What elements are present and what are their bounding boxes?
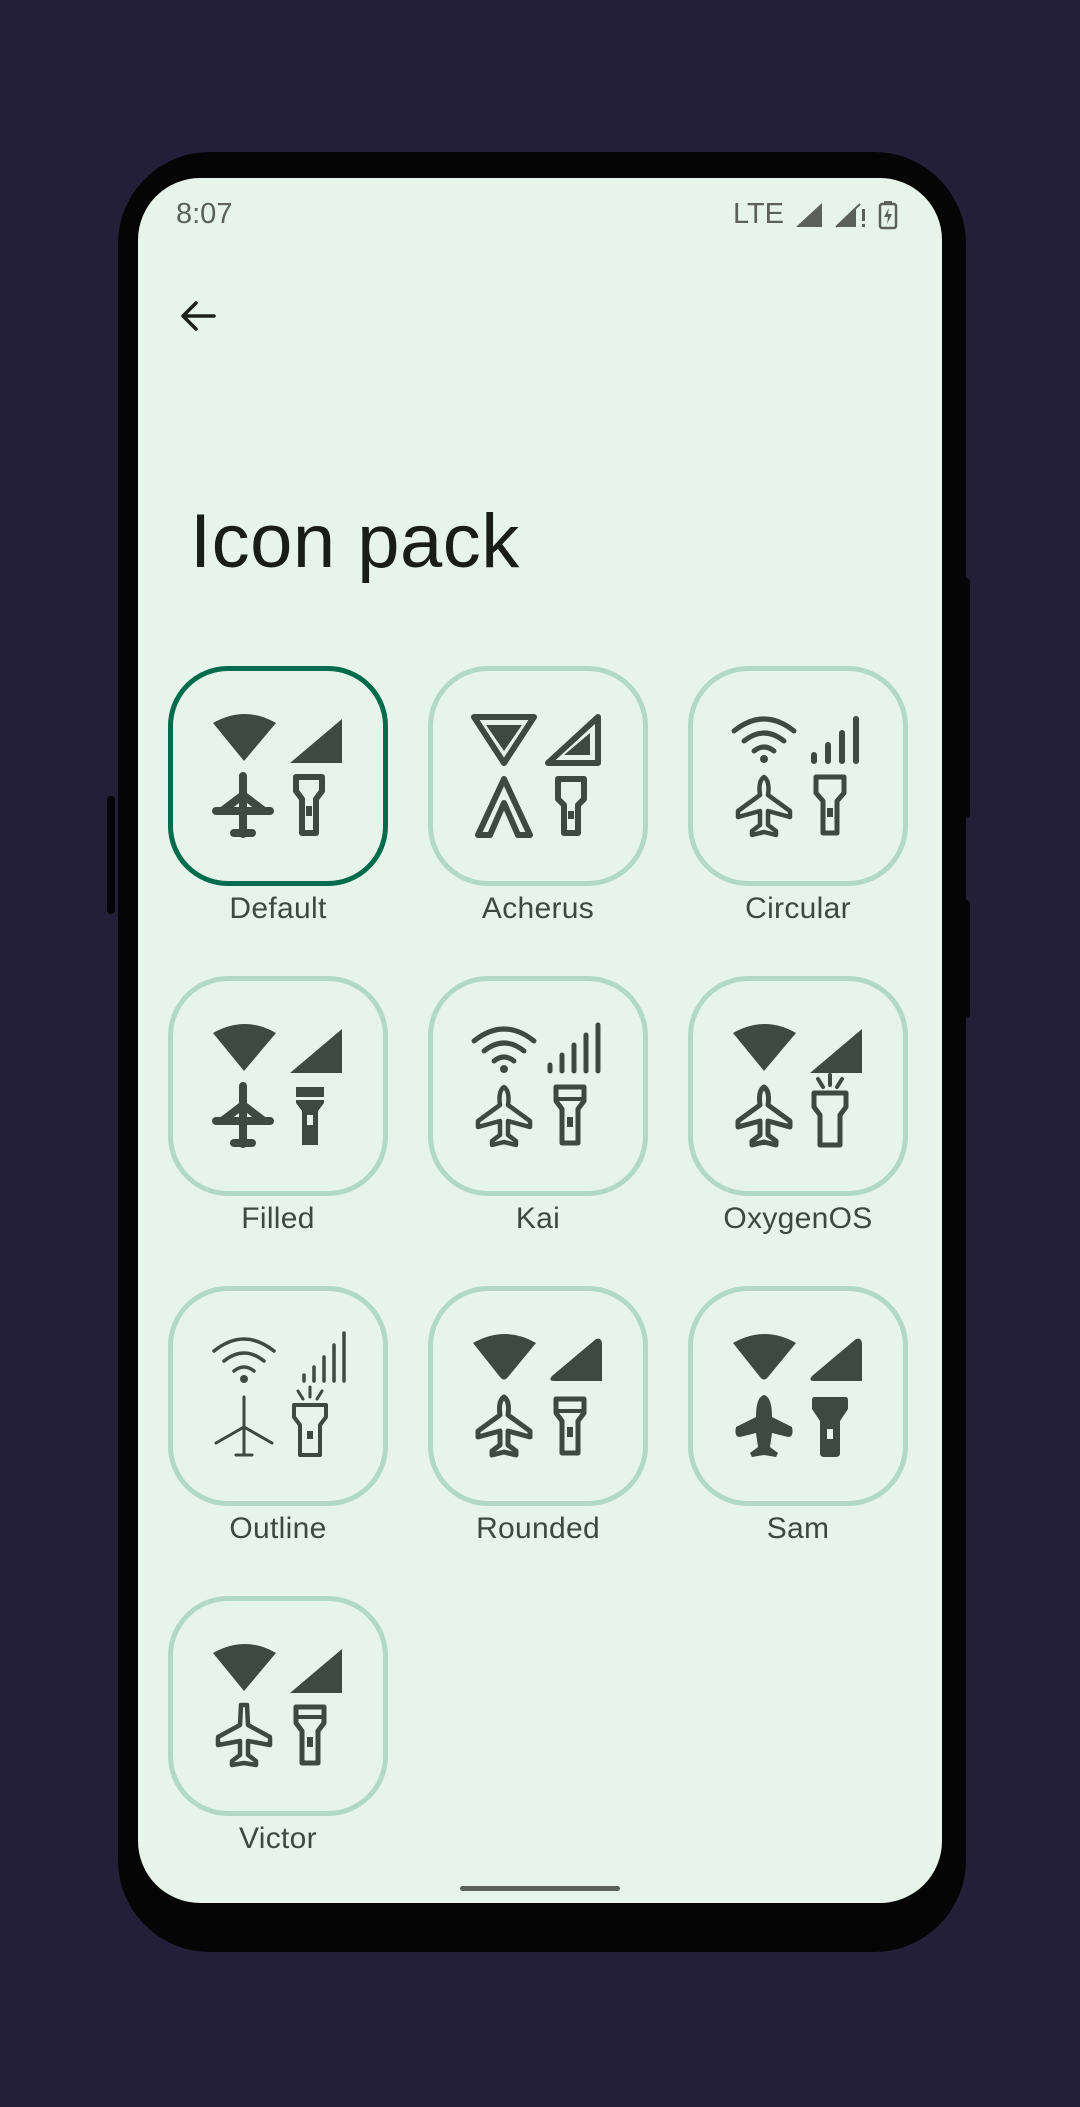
circular-pack-icons: [731, 716, 859, 838]
sam-pack-icons: [733, 1334, 862, 1457]
filled-pack-icons: [212, 1024, 342, 1148]
signal-full-icon: [794, 201, 824, 229]
victor-pack-icons: [213, 1644, 342, 1768]
signal-partial-alert-icon: [834, 201, 868, 229]
icon-pack-preview: [168, 1596, 388, 1816]
icon-pack-preview: [168, 1286, 388, 1506]
kai-pack-icons: [471, 1022, 601, 1148]
icon-pack-tile-filled[interactable]: Filled: [168, 976, 388, 1236]
icon-pack-label: Default: [229, 892, 327, 925]
screen: 8:07 LTE Icon pack Default Acherus Circu…: [138, 178, 942, 1903]
icon-pack-preview: [168, 666, 388, 886]
icon-pack-label: OxygenOS: [723, 1202, 873, 1235]
icon-pack-tile-rounded[interactable]: Rounded: [428, 1286, 648, 1546]
arrow-left-icon: [181, 301, 216, 331]
page-title: Icon pack: [190, 499, 520, 584]
status-icons: LTE: [733, 198, 898, 231]
outline-pack-icons: [212, 1331, 346, 1457]
icon-pack-tile-circular[interactable]: Circular: [688, 666, 908, 926]
icon-pack-label: Rounded: [476, 1512, 600, 1545]
acherus-pack-icons: [471, 714, 601, 838]
rounded-pack-icons: [473, 1334, 602, 1458]
oxygenos-pack-icons: [733, 1024, 862, 1148]
battery-charging-icon: [878, 200, 898, 230]
status-time: 8:07: [176, 198, 233, 230]
icon-pack-tile-default[interactable]: Default: [168, 666, 388, 926]
icon-pack-tile-victor[interactable]: Victor: [168, 1596, 388, 1856]
icon-pack-label: Filled: [241, 1202, 315, 1235]
icon-pack-label: Sam: [766, 1512, 830, 1545]
icon-pack-preview: [688, 666, 908, 886]
icon-pack-tile-oxygenos[interactable]: OxygenOS: [688, 976, 908, 1236]
icon-pack-tile-kai[interactable]: Kai: [428, 976, 648, 1236]
icon-pack-label: Kai: [515, 1202, 561, 1235]
icon-pack-preview: [428, 1286, 648, 1506]
network-type: LTE: [732, 198, 784, 230]
back-button[interactable]: [168, 286, 228, 346]
power-button: [962, 578, 970, 818]
side-button: [107, 796, 115, 914]
icon-pack-preview: [428, 976, 648, 1196]
icon-pack-preview: [688, 976, 908, 1196]
icon-pack-label: Outline: [229, 1512, 327, 1545]
icon-pack-label: Victor: [239, 1822, 317, 1855]
icon-pack-tile-acherus[interactable]: Acherus: [428, 666, 648, 926]
volume-button: [962, 900, 970, 1018]
icon-pack-preview: [688, 1286, 908, 1506]
icon-pack-preview: [168, 976, 388, 1196]
icon-pack-tile-sam[interactable]: Sam: [688, 1286, 908, 1546]
icon-pack-label: Circular: [745, 892, 851, 925]
default-pack-icons: [212, 714, 342, 838]
status-bar: 8:07 LTE: [138, 178, 942, 250]
gesture-bar[interactable]: [460, 1886, 620, 1891]
icon-pack-preview: [428, 666, 648, 886]
icon-pack-tile-outline[interactable]: Outline: [168, 1286, 388, 1546]
icon-pack-label: Acherus: [481, 892, 595, 925]
